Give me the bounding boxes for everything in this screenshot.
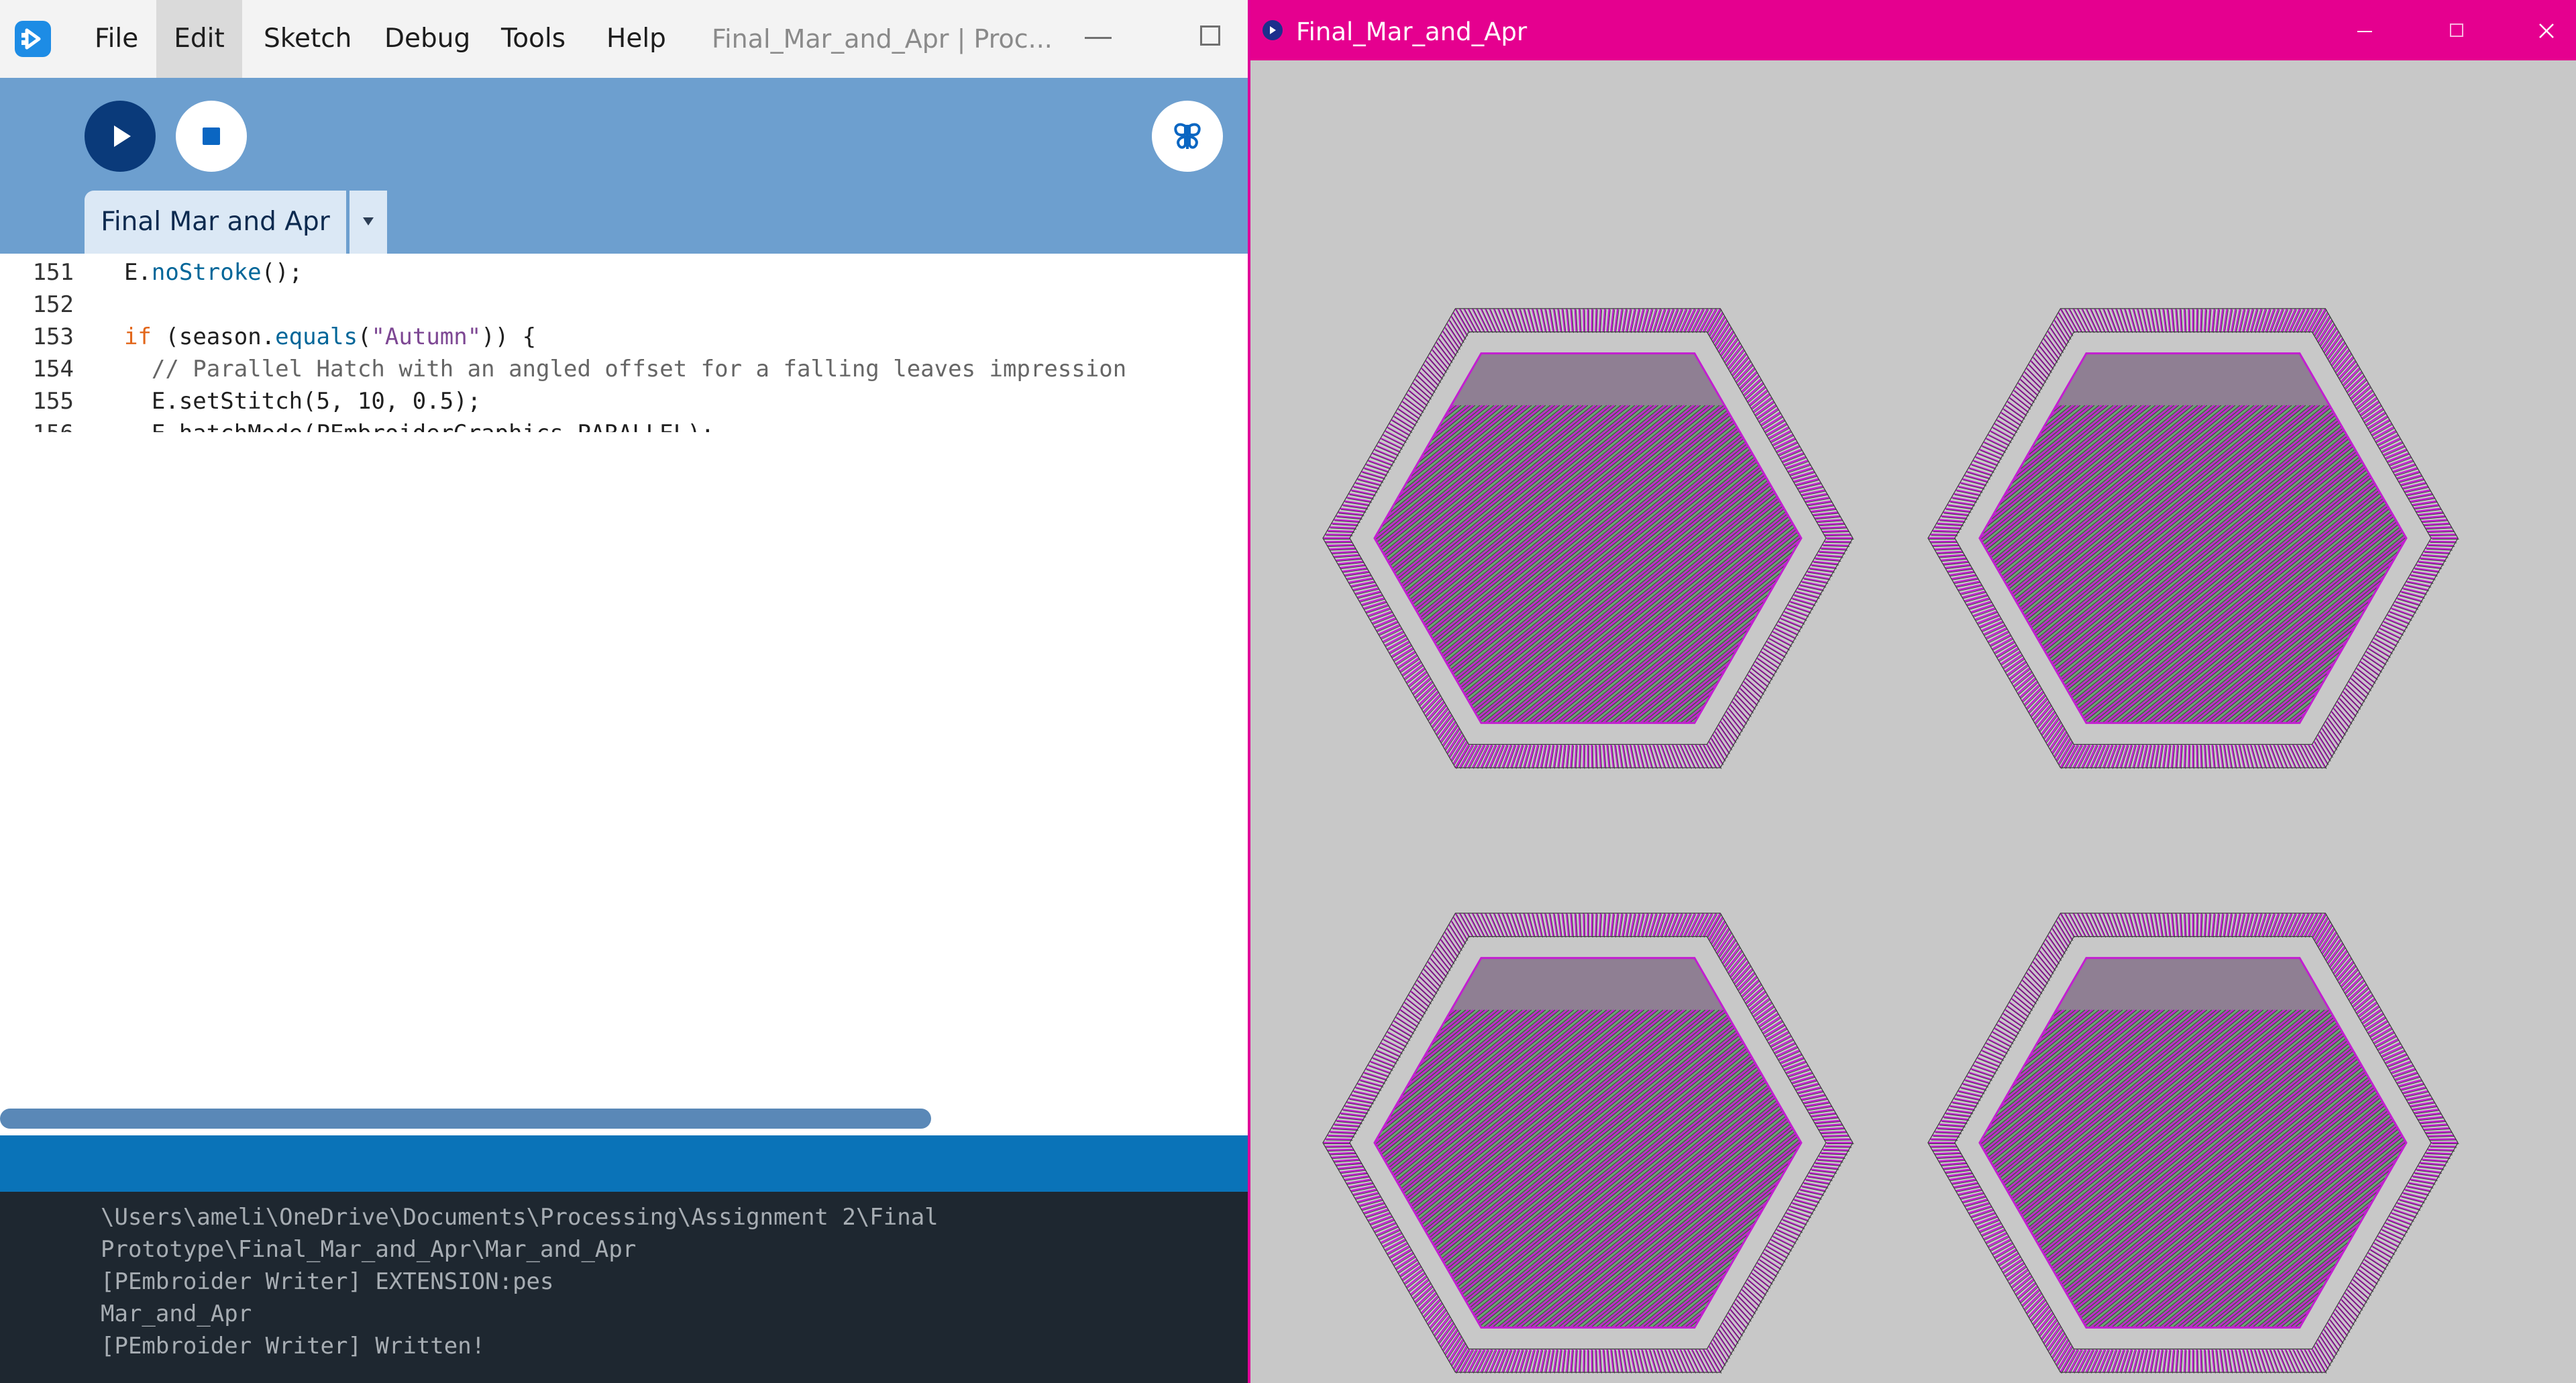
code-text: E.setStitch(5, 10, 0.5);: [97, 388, 482, 415]
menu-sketch[interactable]: Sketch: [264, 0, 352, 78]
butterfly-debug-icon: [1174, 123, 1201, 149]
code-text: E.hatchMode(PEmbroiderGraphics.PARALLEL)…: [97, 417, 714, 432]
line-number: 151: [32, 259, 74, 286]
minimize-icon[interactable]: [2357, 31, 2372, 32]
console-line: [PEmbroider Writer] Written!: [101, 1333, 486, 1360]
processing-logo-icon[interactable]: [15, 21, 51, 57]
sketch-output-window: Final_Mar_and_Apr: [1248, 0, 2576, 1383]
stop-button[interactable]: [176, 101, 247, 172]
tab-menu-button[interactable]: [350, 191, 387, 254]
status-bar: [0, 1135, 1249, 1192]
run-button[interactable]: [85, 101, 156, 172]
processing-ide-window: File Edit Sketch Debug Tools Help Final_…: [0, 0, 1249, 1383]
sketch-app-icon: [1263, 20, 1283, 40]
code-editor[interactable]: 151 E.noStroke(); 152 153 if (season.equal…: [0, 254, 1249, 432]
code-line[interactable]: 154 // Parallel Hatch with an angled off…: [0, 353, 1249, 385]
ide-window-title: Final_Mar_and_Apr | Proc...: [712, 24, 1053, 54]
menu-tools[interactable]: Tools: [501, 0, 566, 78]
debug-button[interactable]: [1152, 101, 1223, 172]
tab-final-mar-and-apr[interactable]: Final Mar and Apr: [85, 191, 346, 254]
line-number: 152: [32, 291, 74, 318]
console-line: [PEmbroider Writer] EXTENSION:pes: [101, 1268, 554, 1295]
line-number: 156: [0, 417, 74, 432]
close-icon[interactable]: [2537, 21, 2556, 40]
line-number: 155: [32, 388, 74, 415]
embroidery-canvas: [1322, 308, 2459, 1374]
menu-help[interactable]: Help: [606, 0, 666, 78]
maximize-icon[interactable]: [2450, 23, 2463, 37]
maximize-icon[interactable]: [1200, 25, 1220, 46]
line-number: 153: [32, 323, 74, 350]
menu-file[interactable]: File: [95, 0, 138, 78]
code-line[interactable]: 156 E.hatchMode(PEmbroiderGraphics.PARAL…: [0, 417, 1249, 432]
code-line[interactable]: 153 if (season.equals("Autumn")) {: [0, 321, 1249, 353]
minimize-icon[interactable]: [1085, 37, 1112, 39]
triangle-down-icon: [363, 217, 374, 225]
line-number: 154: [32, 356, 74, 382]
console-output: \Users\ameli\OneDrive\Documents\Processi…: [0, 1192, 1249, 1383]
code-line[interactable]: 155 E.setStitch(5, 10, 0.5);: [0, 385, 1249, 417]
code-text: // Parallel Hatch with an angled offset …: [97, 356, 1127, 382]
tab-label: Final Mar and Apr: [101, 207, 330, 237]
console-line: Mar_and_Apr: [101, 1300, 252, 1327]
menu-edit[interactable]: Edit: [156, 0, 242, 78]
code-line[interactable]: 151 E.noStroke();: [0, 256, 1249, 289]
menu-debug[interactable]: Debug: [384, 0, 470, 78]
menu-bar: File Edit Sketch Debug Tools Help Final_…: [0, 0, 1249, 78]
stop-icon: [203, 127, 220, 145]
console-line: \Users\ameli\OneDrive\Documents\Processi…: [101, 1204, 938, 1231]
play-icon: [114, 125, 131, 147]
horizontal-scrollbar-thumb[interactable]: [0, 1109, 931, 1129]
sketch-window-title: Final_Mar_and_Apr: [1296, 17, 1527, 46]
code-text: E.noStroke();: [97, 259, 303, 286]
code-line[interactable]: 152: [0, 289, 1249, 321]
code-text: if (season.equals("Autumn")) {: [123, 323, 537, 350]
console-line: Prototype\Final_Mar_and_Apr\Mar_and_Apr: [101, 1236, 637, 1263]
sketch-titlebar: Final_Mar_and_Apr: [1250, 0, 2576, 60]
